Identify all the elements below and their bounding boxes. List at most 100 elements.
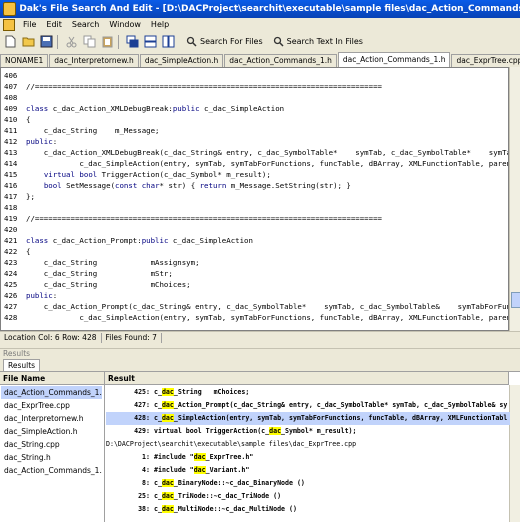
code-line[interactable]: 427 c_dac_Action_Prompt(c_dac_String& en… [1,301,509,312]
result-row[interactable]: 38: c_dac_MultiNode::~c_dac_MultiNode () [106,503,510,516]
save-button[interactable] [38,34,54,50]
result-match-highlight: dac [161,388,174,396]
line-number: 421 [4,236,18,245]
result-text-before: #include " [154,453,194,461]
result-text-before: c_ [154,414,162,422]
tab-dac-exprtree[interactable]: dac_ExprTree.cpp [451,54,520,67]
result-text-after: _Variant.h" [205,466,250,474]
result-text-after: _BinaryNode::~c_dac_BinaryNode () [173,479,305,487]
line-number: 413 [4,148,18,157]
code-line[interactable]: 422 { [1,246,508,257]
line-number: 416 [4,181,18,190]
copy-button[interactable] [81,34,97,50]
menu-file[interactable]: File [18,20,41,29]
file-list-item[interactable]: dac_String.h [1,451,102,464]
result-row[interactable]: 427: c_dac_Action_Prompt(c_dac_String& en… [106,399,510,412]
tile-horizontal-button[interactable] [142,34,158,50]
toolbar-separator [57,34,58,49]
code-line[interactable]: 406 [1,70,508,81]
code-line[interactable]: 407 //===================================… [1,81,508,92]
column-header-file-name[interactable]: File Name [0,372,105,385]
results-panel-title: Results [3,349,31,358]
line-code: c_dac_Action_Prompt(c_dac_String& entry,… [26,302,509,311]
result-text-after: _MultiNode::~c_dac_MultiNode () [173,505,297,513]
tab-dac-simpleaction[interactable]: dac_SimpleAction.h [139,54,224,67]
line-number: 426 [4,291,18,300]
line-number: 418 [4,203,18,212]
code-line[interactable]: 416 bool SetMessage(const char* str) { r… [1,180,508,191]
result-row[interactable]: 8: c_dac_BinaryNode::~c_dac_BinaryNode () [106,477,510,490]
code-line[interactable]: 424 c_dac_String mStr; [1,268,508,279]
line-code: c_dac_String m_Message; [26,126,160,135]
file-list-item[interactable]: dac_Interpretornew.h [1,412,102,425]
menu-search[interactable]: Search [67,20,104,29]
code-editor[interactable]: 406 407 //================================… [0,67,509,331]
code-line[interactable]: 419 //===================================… [1,213,508,224]
cursor-position: Location Col: 6 Row: 428 [0,333,102,343]
code-line[interactable]: 415 virtual bool TriggerAction(c_dac_Sym… [1,169,508,180]
file-list-item[interactable]: dac_SimpleAction.h [1,425,102,438]
paste-button[interactable] [99,34,115,50]
code-line[interactable]: 428 c_dac_SimpleAction(entry, symTab, sy… [1,312,508,323]
code-line[interactable]: 426 public: [1,290,508,301]
result-row[interactable]: 4: #include "dac_Variant.h" [106,464,510,477]
editor-vertical-scrollbar[interactable] [509,67,520,331]
line-code: bool SetMessage(const char* str) { retur… [43,181,351,190]
search-text-button[interactable]: Search Text In Files [273,36,363,47]
file-list-item[interactable]: dac_Action_Commands_1.h [1,386,102,399]
result-row[interactable]: 429: virtual bool TriggerAction(c_dac_Sym… [106,425,510,438]
tab-noname1[interactable]: NONAME1 [0,54,49,67]
tile-horizontal-icon [144,35,156,48]
column-header-result[interactable]: Result [105,372,509,385]
file-list-item[interactable]: dac_Action_Commands_1.h [1,464,102,477]
result-text-after: _SimpleAction(entry, symTab, symTabForFu… [173,414,508,422]
code-line[interactable]: 410 { [1,114,508,125]
line-number: 425 [4,280,18,289]
result-match-highlight: dac [161,401,174,409]
code-line[interactable]: 418 [1,202,508,213]
tile-vertical-button[interactable] [160,34,176,50]
tab-dac-action-commands[interactable]: dac_Action_Commands_1.h [224,54,337,67]
scrollbar-thumb[interactable] [511,292,520,308]
code-line[interactable]: 413 c_dac_Action_XMLDebugBreak(c_dac_Str… [1,147,508,158]
code-line[interactable]: 417}; [1,191,508,202]
line-number: 406 [4,71,18,80]
tab-dac-interpretornew[interactable]: dac_Interpretornew.h [49,54,139,67]
open-file-button[interactable] [20,34,36,50]
cascade-button[interactable] [124,34,140,50]
result-text-before: c_ [154,388,162,396]
line-number: 420 [4,225,18,234]
menu-edit[interactable]: Edit [41,20,67,29]
code-line[interactable]: 425 c_dac_String mChoices; [1,279,508,290]
result-file-path[interactable]: D:\DACProject\searchit\executable\sample… [106,438,510,451]
file-list-item[interactable]: dac_ExprTree.cpp [1,399,102,412]
tab-dac-action-commands-active[interactable]: dac_Action_Commands_1.h [337,52,451,67]
line-number: 411 [4,126,18,135]
result-row[interactable]: 1: #include "dac_ExprTree.h" [106,451,510,464]
code-line[interactable]: 414 c_dac_SimpleAction(entry, symTab, sy… [1,158,508,169]
toolbar: Search For Files Search Text In Files [0,31,520,53]
code-line[interactable]: 409 class c_dac_Action_XMLDebugBreak:publ… [1,103,508,114]
cut-button[interactable] [63,34,79,50]
result-line-number: 38: [138,505,150,513]
line-code: //======================================… [26,214,382,223]
code-line[interactable]: 412 public: [1,136,508,147]
result-row[interactable]: 25: c_dac_TriNode::~c_dac_TriNode () [106,490,510,503]
code-line[interactable]: 420 [1,224,508,235]
menu-window[interactable]: Window [104,20,146,29]
results-panel: File Name Result dac_Action_Commands_1.h… [0,371,520,522]
new-file-button[interactable] [2,34,18,50]
code-line[interactable]: 411 c_dac_String m_Message; [1,125,508,136]
results-vertical-scrollbar[interactable] [509,385,520,522]
code-line[interactable]: 408 [1,92,508,103]
file-list-item[interactable]: dac_String.cpp [1,438,102,451]
column-divider [104,372,105,522]
result-row[interactable]: 425: c_dac_String mChoices; [106,386,510,399]
tab-results[interactable]: Results [3,359,41,371]
search-files-button[interactable]: Search For Files [186,36,263,47]
code-line[interactable]: 423 c_dac_String mAssignsym; [1,257,508,268]
document-icon[interactable] [3,18,15,31]
code-line[interactable]: 421 class c_dac_Action_Prompt:public c_da… [1,235,508,246]
result-row[interactable]: 428: c_dac_SimpleAction(entry, symTab, sy… [106,412,510,425]
menu-help[interactable]: Help [146,20,174,29]
